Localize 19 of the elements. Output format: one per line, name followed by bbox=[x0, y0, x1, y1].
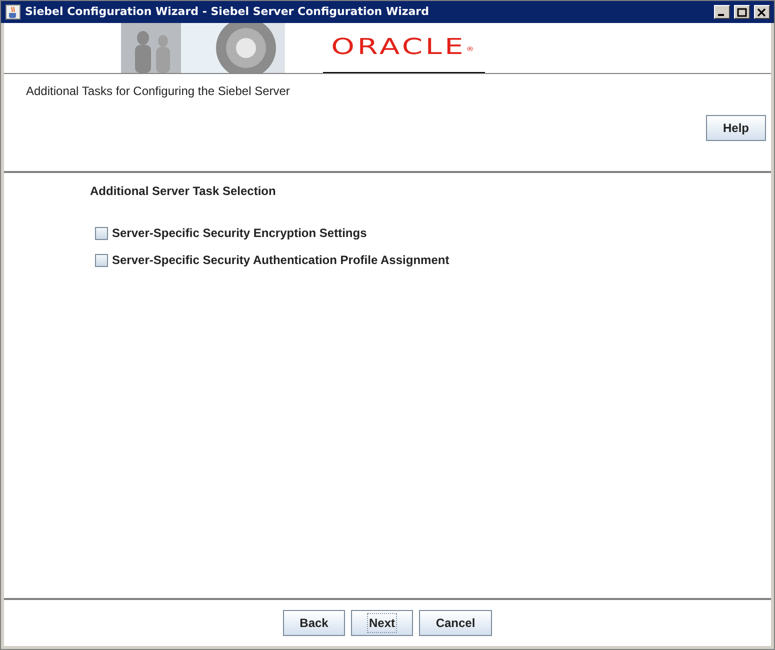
coffee-cup-icon bbox=[5, 4, 21, 20]
minimize-button[interactable] bbox=[714, 5, 730, 19]
maximize-icon bbox=[737, 8, 747, 16]
checkbox-label: Server-Specific Security Encryption Settings bbox=[112, 225, 367, 242]
maximize-button[interactable] bbox=[734, 5, 750, 19]
page-title: Additional Tasks for Configuring the Siebel Server bbox=[26, 83, 291, 100]
wizard-button[interactable]: Next bbox=[351, 610, 413, 636]
oracle-logo: ORACLE$^{®}$ bbox=[323, 23, 485, 73]
close-icon bbox=[757, 8, 767, 16]
checkbox[interactable] bbox=[95, 226, 108, 240]
section-title: Additional Server Task Selection bbox=[90, 183, 277, 200]
wizard-button[interactable]: Back bbox=[283, 610, 345, 636]
help-button[interactable]: Help bbox=[706, 115, 766, 141]
minimize-icon bbox=[718, 14, 724, 16]
checkbox[interactable] bbox=[95, 254, 108, 266]
window-title: Siebel Configuration Wizard - Siebel Server Configuration Wizard bbox=[25, 4, 430, 20]
close-button[interactable] bbox=[754, 5, 770, 19]
checkbox-label: Server-Specific Security Authentication Profile Assignment bbox=[112, 252, 450, 269]
wizard-button[interactable]: Cancel bbox=[419, 610, 492, 636]
